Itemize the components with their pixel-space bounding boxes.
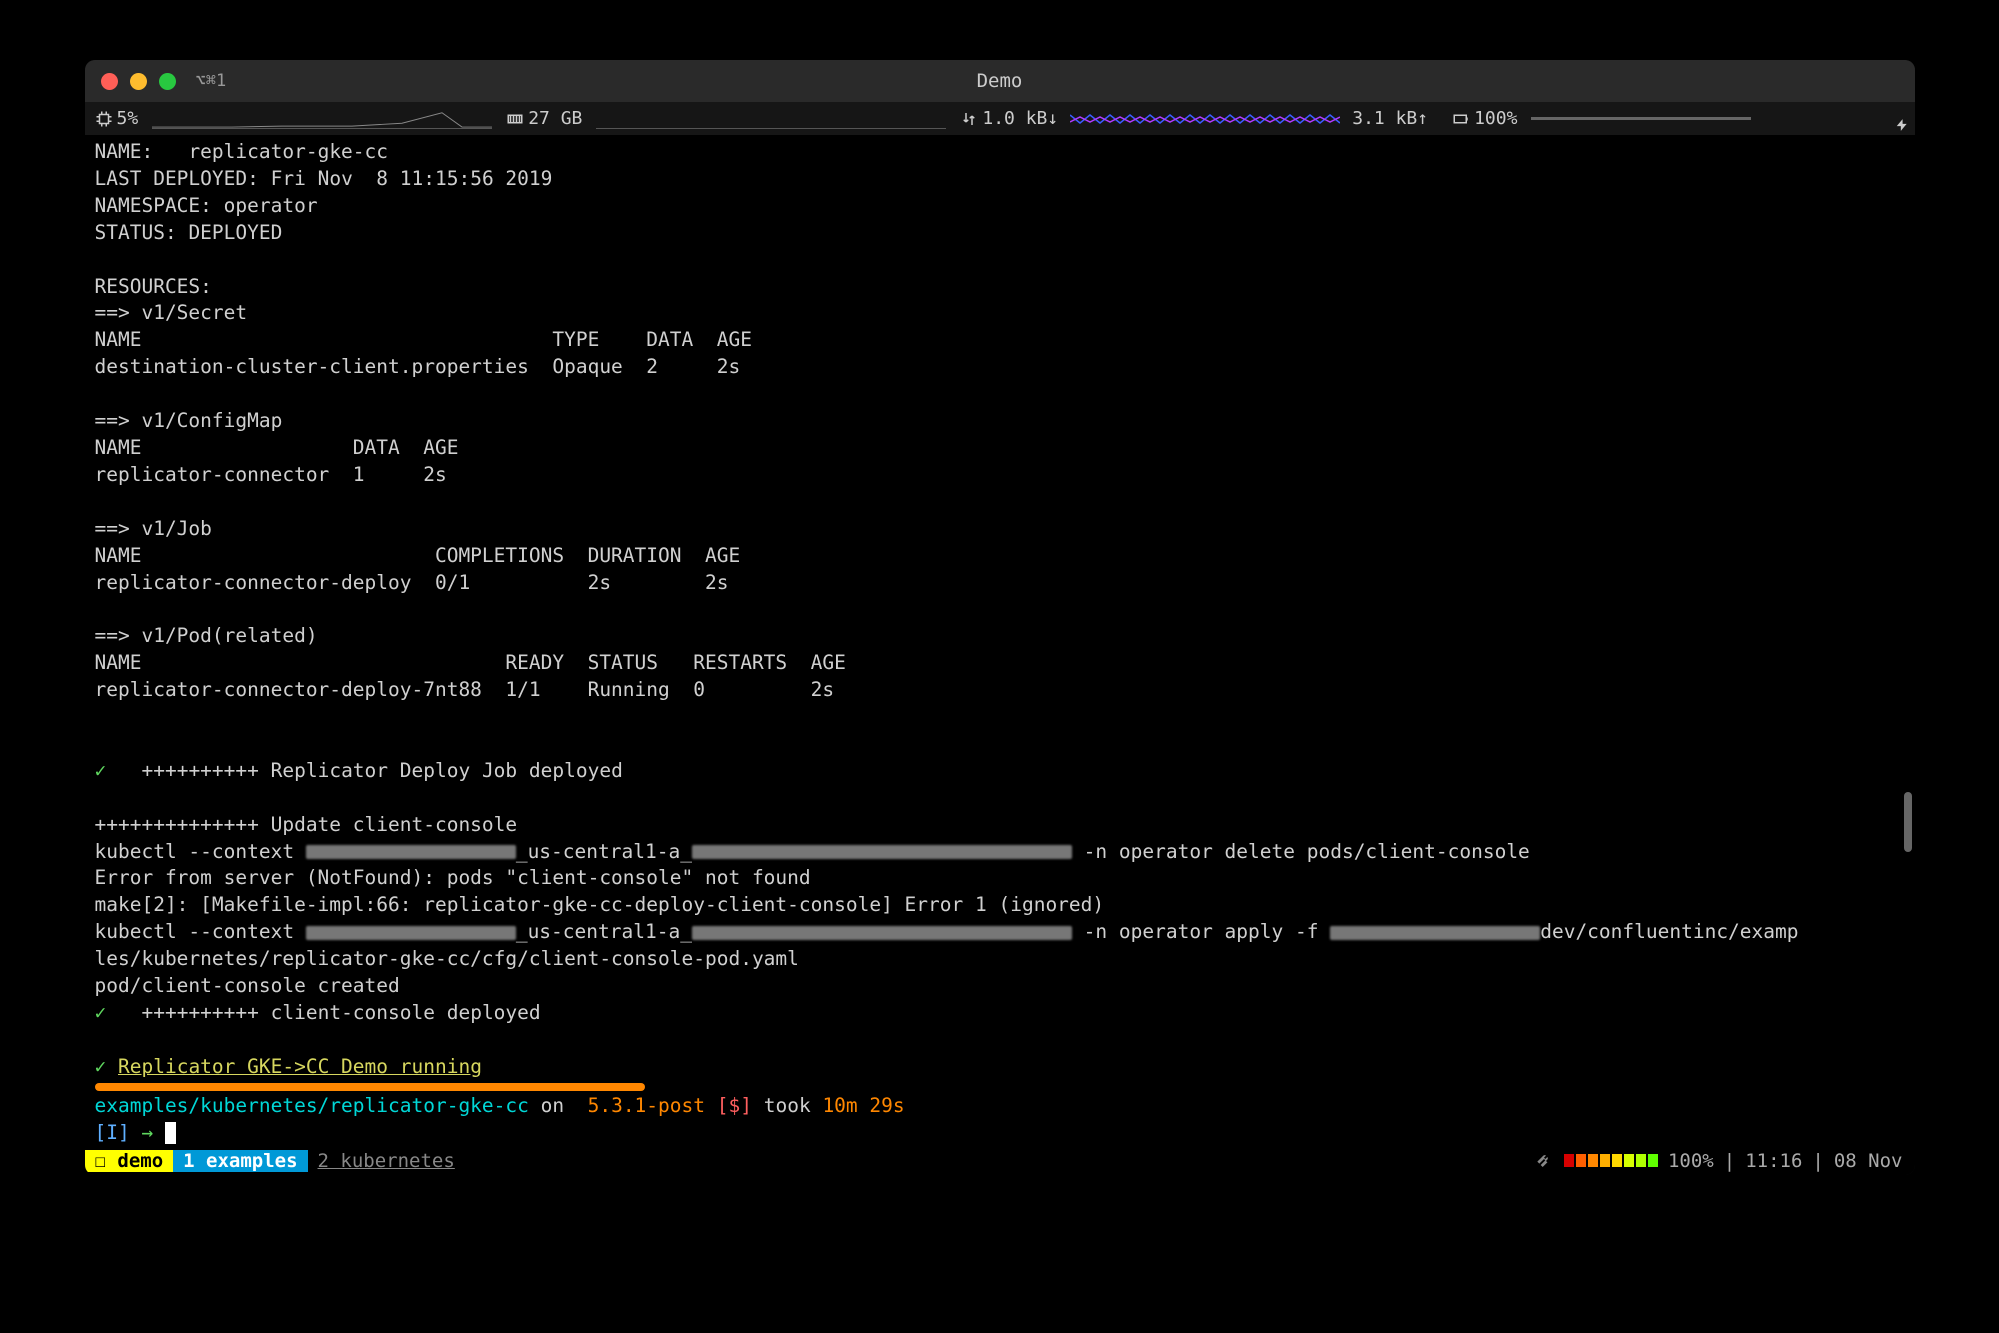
check-icon: ✓ [95,759,107,782]
job-row: replicator-connector-deploy 0/1 2s 2s [95,571,729,594]
apply-suffix: -n operator apply -f [1072,920,1330,943]
cpu-sparkline [152,109,492,129]
pod-row: replicator-connector-deploy-7nt88 1/1 Ru… [95,678,835,701]
terminal-window: ⌥⌘1 Demo 5% 27 GB 1.0 kB↓ 3.1 kB↑ [85,60,1915,1175]
net-stat: 1.0 kB↓ [960,108,1058,129]
tmux-sep: | [1812,1150,1823,1172]
redacted-context-1 [306,845,516,859]
network-icon [960,110,978,128]
terminal-output[interactable]: NAME: replicator-gke-cc LAST DEPLOYED: F… [85,135,1915,1147]
prompt-path: examples/kubernetes/replicator-gke-cc [95,1094,529,1117]
cursor[interactable] [165,1122,176,1144]
tmux-session[interactable]: ☐ demo [85,1150,174,1172]
scrollbar[interactable] [1904,792,1912,852]
configmap-cols: NAME DATA AGE [95,436,459,459]
cpu-stat: 5% [95,108,139,129]
make-err: make[2]: [Makefile-impl:66: replicator-g… [95,893,1105,916]
prompt-branch: 5.3.1-post [576,1094,717,1117]
secret-row: destination-cluster-client.properties Op… [95,355,741,378]
redacted-cluster-1 [692,845,1072,859]
secret-cols: NAME TYPE DATA AGE [95,328,752,351]
kubectl-prefix-2: kubectl --context [95,920,306,943]
zoom-icon[interactable] [159,73,176,90]
configmap-header: ==> v1/ConfigMap [95,409,283,432]
kubectl-prefix-1: kubectl --context [95,840,306,863]
helm-deployed-label: LAST DEPLOYED: [95,167,259,190]
deploy-ok: ++++++++++ Replicator Deploy Job deploye… [141,759,622,782]
job-cols: NAME COMPLETIONS DURATION AGE [95,544,741,567]
helm-namespace-label: NAMESPACE: [95,194,212,217]
battery-stat: 100% [1452,108,1517,129]
cpu-value: 5% [117,108,139,129]
helm-namespace: operator [224,194,318,217]
battery-icon [1452,110,1470,128]
resources-label: RESOURCES: [95,275,212,298]
vi-mode: [I] [95,1121,130,1144]
battery-bar [1531,117,1751,120]
prompt-took: 10m 29s [822,1094,904,1117]
mem-value: 27 GB [528,108,582,129]
separator-bar [95,1083,645,1091]
net-sparkline [1070,111,1340,127]
window-title: Demo [85,70,1915,92]
tmux-load: 100% [1668,1150,1714,1172]
check-icon: ✓ [95,1055,107,1078]
net-down-value: 1.0 kB↓ [982,108,1058,129]
prompt-dirty: [$] [717,1094,752,1117]
prompt-on: on [529,1094,576,1117]
mem-stat: 27 GB [506,108,582,129]
pod-cols: NAME READY STATUS RESTARTS AGE [95,651,846,674]
helm-status: DEPLOYED [188,221,282,244]
helm-status-label: STATUS: [95,221,177,244]
helm-name: replicator-gke-cc [188,140,388,163]
traffic-lights [101,73,176,90]
close-icon[interactable] [101,73,118,90]
redacted-cluster-2 [692,926,1072,940]
titlebar[interactable]: ⌥⌘1 Demo [85,60,1915,102]
tmux-sep: | [1724,1150,1735,1172]
tmux-time: 11:16 [1745,1150,1802,1172]
status-bar: 5% 27 GB 1.0 kB↓ 3.1 kB↑ 100% [85,102,1915,135]
tools-icon [1534,1153,1554,1169]
console-ok: ++++++++++ client-console deployed [141,1001,540,1024]
tmux-date: 08 Nov [1834,1150,1903,1172]
pod-created: pod/client-console created [95,974,400,997]
apply-path2: les/kubernetes/replicator-gke-cc/cfg/cli… [95,947,799,970]
tmux-window-2[interactable]: 2 kubernetes [308,1150,465,1172]
apply-path1: dev/confluentinc/examp [1540,920,1798,943]
redacted-path [1330,926,1540,940]
helm-name-label: NAME: [95,140,154,163]
tmux-statusbar: ☐ demo 1 examples 2 kubernetes 100% | 11… [85,1147,1915,1175]
tab-shortcut: ⌥⌘1 [196,71,227,91]
demo-running: Replicator GKE->CC Demo running [118,1055,482,1078]
check-icon: ✓ [95,1001,107,1024]
redacted-context-2 [306,926,516,940]
prompt-arrow: → [141,1121,153,1144]
not-found-err: Error from server (NotFound): pods "clie… [95,866,811,889]
secret-header: ==> v1/Secret [95,301,248,324]
job-header: ==> v1/Job [95,517,212,540]
minimize-icon[interactable] [130,73,147,90]
mem-sparkline [596,109,946,129]
region-frag-2: _us-central1-a_ [516,920,692,943]
update-header: ++++++++++++++ Update client-console [95,813,518,836]
tmux-status-right: 100% | 11:16 | 08 Nov [1534,1150,1915,1172]
delete-suffix: -n operator delete pods/client-console [1072,840,1530,863]
region-frag-1: _us-central1-a_ [516,840,692,863]
configmap-row: replicator-connector 1 2s [95,463,447,486]
prompt-took-label: took [752,1094,822,1117]
cpu-icon [95,110,113,128]
helm-deployed: Fri Nov 8 11:15:56 2019 [271,167,553,190]
battery-value: 100% [1474,108,1517,129]
memory-icon [506,110,524,128]
pod-header: ==> v1/Pod(related) [95,624,318,647]
tmux-window-1[interactable]: 1 examples [173,1150,307,1172]
load-gradient [1564,1154,1658,1167]
net-up-value: 3.1 kB↑ [1352,108,1428,129]
